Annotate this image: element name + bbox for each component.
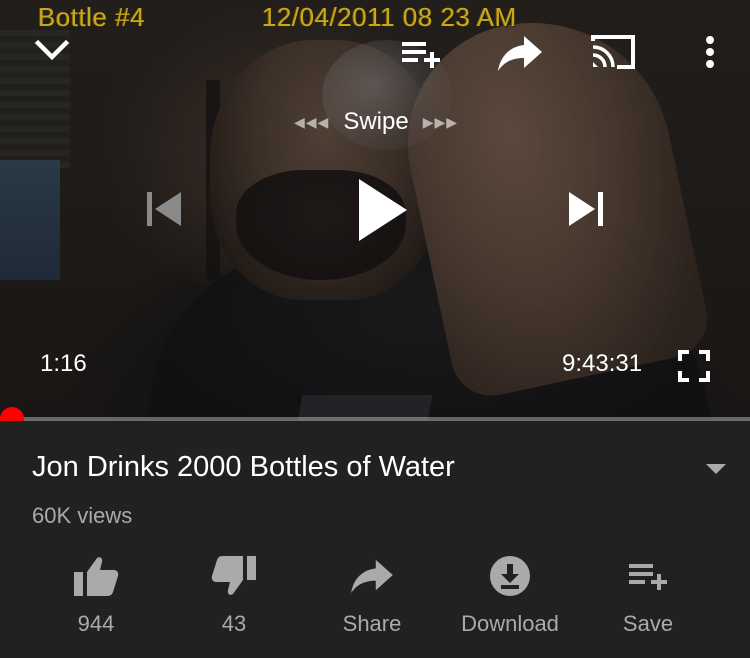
chevron-down-icon[interactable] bbox=[30, 32, 74, 68]
expand-description-icon[interactable] bbox=[704, 461, 728, 477]
skip-next-icon[interactable] bbox=[564, 186, 610, 232]
playlist-add-icon bbox=[621, 551, 675, 601]
view-count: 60K views bbox=[32, 503, 133, 528]
play-icon[interactable] bbox=[350, 174, 414, 246]
cast-icon[interactable] bbox=[588, 32, 638, 72]
fullscreen-icon[interactable] bbox=[676, 348, 712, 384]
action-bar: 944 43 Share Download Save bbox=[27, 551, 717, 641]
dislike-count: 43 bbox=[221, 611, 247, 636]
video-info-panel: Jon Drinks 2000 Bottles of Water 60K vie… bbox=[0, 421, 750, 658]
share-arrow-icon[interactable] bbox=[494, 32, 546, 74]
more-vert-icon[interactable] bbox=[696, 32, 724, 72]
download-label: Download bbox=[461, 611, 559, 636]
share-button[interactable]: Share bbox=[303, 551, 441, 641]
swipe-right-arrows-icon: ▶▶▶ bbox=[422, 113, 458, 130]
current-time: 1:16 bbox=[40, 350, 87, 377]
video-stamp-bottle: Bottle #4 bbox=[38, 2, 146, 32]
skip-previous-icon[interactable] bbox=[140, 186, 186, 232]
share-arrow-icon bbox=[345, 551, 399, 601]
thumb-up-icon bbox=[69, 551, 123, 601]
video-player[interactable]: Bottle #4 12/04/2011 08 23 AM ◀◀◀ Swipe bbox=[0, 0, 750, 420]
swipe-hint: ◀◀◀ Swipe ▶▶▶ bbox=[276, 106, 476, 138]
save-label: Save bbox=[622, 611, 674, 636]
swipe-hint-label: Swipe bbox=[343, 108, 409, 135]
share-label: Share bbox=[342, 611, 402, 636]
download-icon bbox=[483, 551, 537, 601]
playlist-add-icon[interactable] bbox=[398, 34, 444, 74]
total-duration: 9:43:31 bbox=[562, 350, 643, 377]
thumb-down-icon bbox=[207, 551, 261, 601]
video-title[interactable]: Jon Drinks 2000 Bottles of Water bbox=[32, 451, 455, 484]
save-button[interactable]: Save bbox=[579, 551, 717, 641]
swipe-left-arrows-icon: ◀◀◀ bbox=[294, 113, 330, 130]
download-button[interactable]: Download bbox=[441, 551, 579, 641]
like-count: 944 bbox=[77, 611, 115, 636]
dislike-button[interactable]: 43 bbox=[165, 551, 303, 641]
like-button[interactable]: 944 bbox=[27, 551, 165, 641]
video-stamp-datetime: 12/04/2011 08 23 AM bbox=[262, 2, 517, 32]
